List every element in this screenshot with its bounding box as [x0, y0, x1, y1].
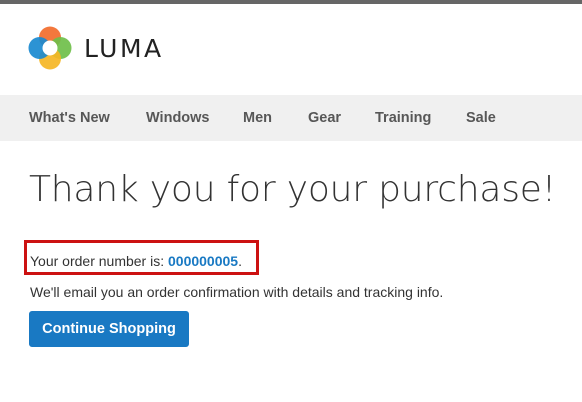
order-number-prefix: Your order number is: [30, 253, 168, 269]
page-header: LUMA [0, 4, 582, 95]
store-logo[interactable]: LUMA [28, 26, 164, 70]
nav-item-training[interactable]: Training [375, 95, 431, 141]
continue-shopping-button[interactable]: Continue Shopping [29, 311, 189, 347]
nav-item-gear[interactable]: Gear [308, 95, 341, 141]
nav-item-sale[interactable]: Sale [466, 95, 496, 141]
main-navigation: What's New Windows Men Gear Training Sal… [0, 95, 582, 141]
confirmation-email-text: We'll email you an order confirmation wi… [30, 284, 444, 300]
luma-logo-icon [28, 26, 72, 70]
order-number-suffix: . [238, 253, 242, 269]
nav-item-windows[interactable]: Windows [146, 95, 210, 141]
order-number-line: Your order number is: 000000005. [30, 252, 242, 270]
nav-item-whats-new[interactable]: What's New [29, 95, 110, 141]
order-number-link[interactable]: 000000005 [168, 253, 238, 269]
brand-name: LUMA [84, 33, 164, 63]
nav-item-men[interactable]: Men [243, 95, 272, 141]
page-title: Thank you for your purchase! [29, 169, 556, 210]
